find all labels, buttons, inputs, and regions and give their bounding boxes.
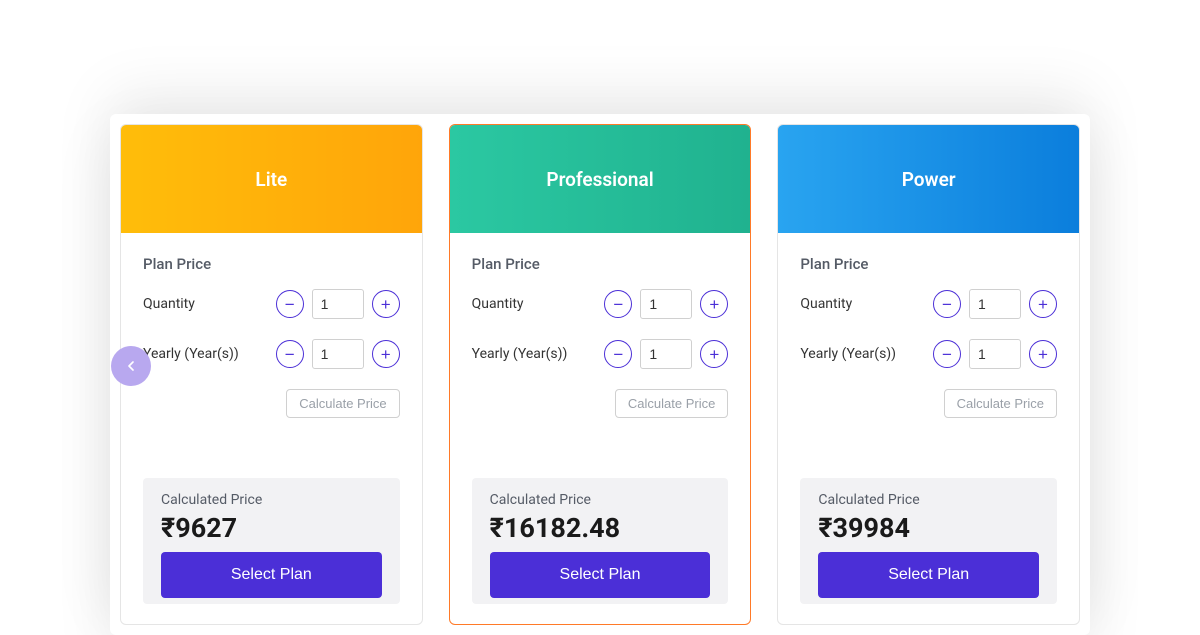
select-plan-button[interactable]: Select Plan bbox=[490, 552, 711, 598]
plus-icon: + bbox=[1038, 346, 1048, 363]
select-plan-button[interactable]: Select Plan bbox=[818, 552, 1039, 598]
plan-name: Lite bbox=[255, 168, 287, 191]
minus-icon: − bbox=[613, 296, 623, 313]
quantity-label: Quantity bbox=[472, 296, 605, 312]
calculate-price-button[interactable]: Calculate Price bbox=[944, 389, 1057, 418]
plan-name: Power bbox=[902, 168, 956, 191]
plus-icon: + bbox=[709, 296, 719, 313]
quantity-decrease-button[interactable]: − bbox=[933, 290, 961, 318]
quantity-input[interactable] bbox=[312, 289, 364, 319]
years-row: Yearly (Year(s)) − + bbox=[472, 339, 729, 369]
calculated-price-box: Calculated Price ₹9627 Select Plan bbox=[143, 478, 400, 604]
years-input[interactable] bbox=[312, 339, 364, 369]
years-label: Yearly (Year(s)) bbox=[143, 346, 276, 362]
years-input[interactable] bbox=[640, 339, 692, 369]
plus-icon: + bbox=[381, 346, 391, 363]
plus-icon: + bbox=[1038, 296, 1048, 313]
years-input[interactable] bbox=[969, 339, 1021, 369]
calculated-price-label: Calculated Price bbox=[161, 492, 382, 508]
plan-body: Plan Price Quantity − + Yearly (Year(s))… bbox=[778, 233, 1079, 624]
quantity-row: Quantity − + bbox=[800, 289, 1057, 319]
years-stepper: − + bbox=[933, 339, 1057, 369]
years-label: Yearly (Year(s)) bbox=[472, 346, 605, 362]
calculated-price-value: ₹16182.48 bbox=[490, 512, 711, 544]
years-increase-button[interactable]: + bbox=[700, 340, 728, 368]
quantity-stepper: − + bbox=[604, 289, 728, 319]
minus-icon: − bbox=[613, 346, 623, 363]
calculated-price-box: Calculated Price ₹39984 Select Plan bbox=[800, 478, 1057, 604]
minus-icon: − bbox=[942, 296, 952, 313]
plan-body: Plan Price Quantity − + Yearly (Year(s))… bbox=[121, 233, 422, 624]
years-increase-button[interactable]: + bbox=[1029, 340, 1057, 368]
quantity-label: Quantity bbox=[800, 296, 933, 312]
quantity-increase-button[interactable]: + bbox=[700, 290, 728, 318]
quantity-decrease-button[interactable]: − bbox=[604, 290, 632, 318]
quantity-input[interactable] bbox=[640, 289, 692, 319]
calculate-price-button[interactable]: Calculate Price bbox=[615, 389, 728, 418]
plus-icon: + bbox=[709, 346, 719, 363]
select-plan-button[interactable]: Select Plan bbox=[161, 552, 382, 598]
plan-price-label: Plan Price bbox=[472, 255, 729, 273]
quantity-decrease-button[interactable]: − bbox=[276, 290, 304, 318]
calculated-price-label: Calculated Price bbox=[490, 492, 711, 508]
calculated-price-value: ₹9627 bbox=[161, 512, 382, 544]
quantity-increase-button[interactable]: + bbox=[1029, 290, 1057, 318]
minus-icon: − bbox=[285, 346, 295, 363]
plan-name: Professional bbox=[546, 168, 653, 191]
arrow-left-icon bbox=[123, 358, 139, 374]
years-stepper: − + bbox=[276, 339, 400, 369]
calculate-price-button[interactable]: Calculate Price bbox=[286, 389, 399, 418]
minus-icon: − bbox=[942, 346, 952, 363]
quantity-label: Quantity bbox=[143, 296, 276, 312]
plan-body: Plan Price Quantity − + Yearly (Year(s))… bbox=[450, 233, 751, 624]
plus-icon: + bbox=[381, 296, 391, 313]
plan-header-lite: Lite bbox=[121, 125, 422, 233]
years-increase-button[interactable]: + bbox=[372, 340, 400, 368]
pricing-cards-container: Lite Plan Price Quantity − + Yearly (Yea… bbox=[110, 114, 1090, 635]
quantity-increase-button[interactable]: + bbox=[372, 290, 400, 318]
plan-card-professional: Professional Plan Price Quantity − + Yea… bbox=[449, 124, 752, 625]
years-row: Yearly (Year(s)) − + bbox=[800, 339, 1057, 369]
years-stepper: − + bbox=[604, 339, 728, 369]
plan-price-label: Plan Price bbox=[800, 255, 1057, 273]
quantity-row: Quantity − + bbox=[143, 289, 400, 319]
calculated-price-value: ₹39984 bbox=[818, 512, 1039, 544]
years-decrease-button[interactable]: − bbox=[933, 340, 961, 368]
years-row: Yearly (Year(s)) − + bbox=[143, 339, 400, 369]
quantity-row: Quantity − + bbox=[472, 289, 729, 319]
calculated-price-label: Calculated Price bbox=[818, 492, 1039, 508]
years-decrease-button[interactable]: − bbox=[604, 340, 632, 368]
nav-back-button[interactable] bbox=[111, 346, 151, 386]
calculated-price-box: Calculated Price ₹16182.48 Select Plan bbox=[472, 478, 729, 604]
minus-icon: − bbox=[285, 296, 295, 313]
plan-price-label: Plan Price bbox=[143, 255, 400, 273]
quantity-stepper: − + bbox=[276, 289, 400, 319]
plan-card-lite: Lite Plan Price Quantity − + Yearly (Yea… bbox=[120, 124, 423, 625]
years-decrease-button[interactable]: − bbox=[276, 340, 304, 368]
quantity-input[interactable] bbox=[969, 289, 1021, 319]
plan-header-power: Power bbox=[778, 125, 1079, 233]
plan-header-professional: Professional bbox=[450, 125, 751, 233]
quantity-stepper: − + bbox=[933, 289, 1057, 319]
plan-card-power: Power Plan Price Quantity − + Yearly (Ye… bbox=[777, 124, 1080, 625]
years-label: Yearly (Year(s)) bbox=[800, 346, 933, 362]
